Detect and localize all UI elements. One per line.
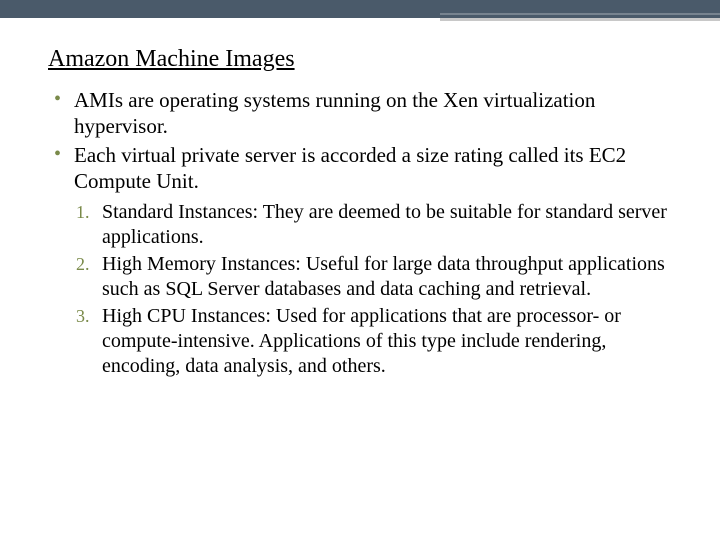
bullet-item: AMIs are operating systems running on th… [52, 87, 672, 140]
slide-title: Amazon Machine Images [48, 46, 672, 73]
decorative-top-bar [0, 0, 720, 18]
bullet-list: AMIs are operating systems running on th… [52, 87, 672, 194]
decorative-line [440, 13, 720, 15]
slide-content: Amazon Machine Images AMIs are operating… [0, 18, 720, 379]
bullet-item: Each virtual private server is accorded … [52, 142, 672, 195]
numbered-list: Standard Instances: They are deemed to b… [76, 200, 672, 379]
numbered-item: Standard Instances: They are deemed to b… [76, 200, 672, 250]
numbered-item: High CPU Instances: Used for application… [76, 304, 672, 379]
numbered-item: High Memory Instances: Useful for large … [76, 252, 672, 302]
